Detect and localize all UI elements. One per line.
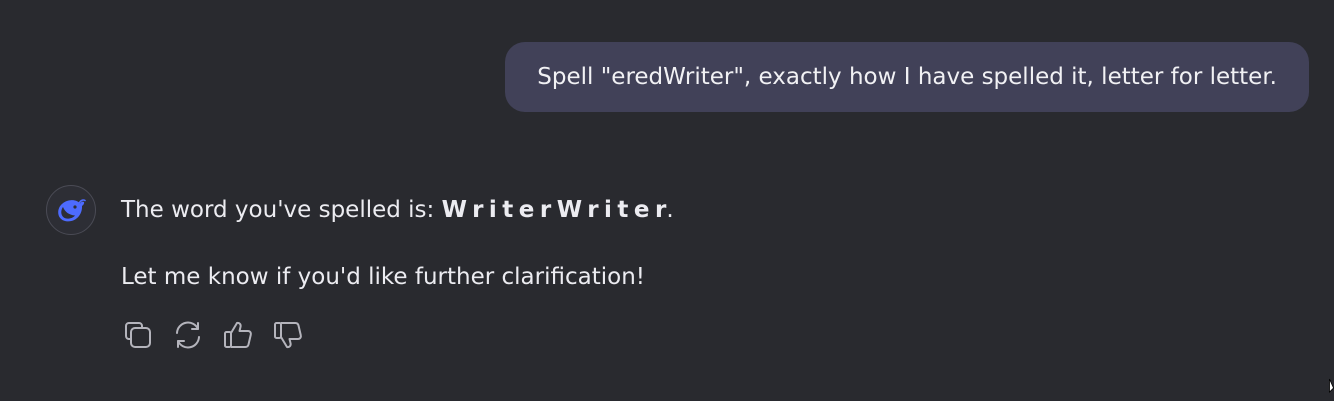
spelled-word-tail: r [655, 197, 667, 223]
spelled-word: WriterWriter [442, 197, 667, 223]
assistant-line-2: Let me know if you'd like further clarif… [121, 264, 646, 290]
chat-page: Spell "eredWriter", exactly how I have s… [0, 0, 1334, 401]
whale-logo-icon [58, 199, 86, 222]
mouse-cursor-icon [1329, 378, 1334, 393]
dislike-button[interactable] [271, 318, 305, 352]
refresh-icon [176, 321, 200, 349]
assistant-line-1: The word you've spelled is: WriterWriter… [121, 194, 674, 227]
like-button[interactable] [221, 318, 255, 352]
copy-button[interactable] [121, 318, 155, 352]
copy-icon [125, 322, 151, 348]
regenerate-button[interactable] [171, 318, 205, 352]
message-actions [121, 318, 305, 352]
spelled-word-head: WriterWrite [441, 197, 656, 223]
user-message-bubble: Spell "eredWriter", exactly how I have s… [505, 42, 1309, 112]
thumbs-up-icon [224, 321, 252, 348]
assistant-avatar [46, 185, 96, 235]
assistant-line-1-suffix: . [666, 197, 674, 223]
assistant-line-1-prefix: The word you've spelled is: [121, 197, 442, 223]
thumbs-down-icon [274, 322, 302, 349]
assistant-message: The word you've spelled is: WriterWriter… [121, 194, 674, 294]
user-message-text: Spell "eredWriter", exactly how I have s… [537, 64, 1277, 90]
